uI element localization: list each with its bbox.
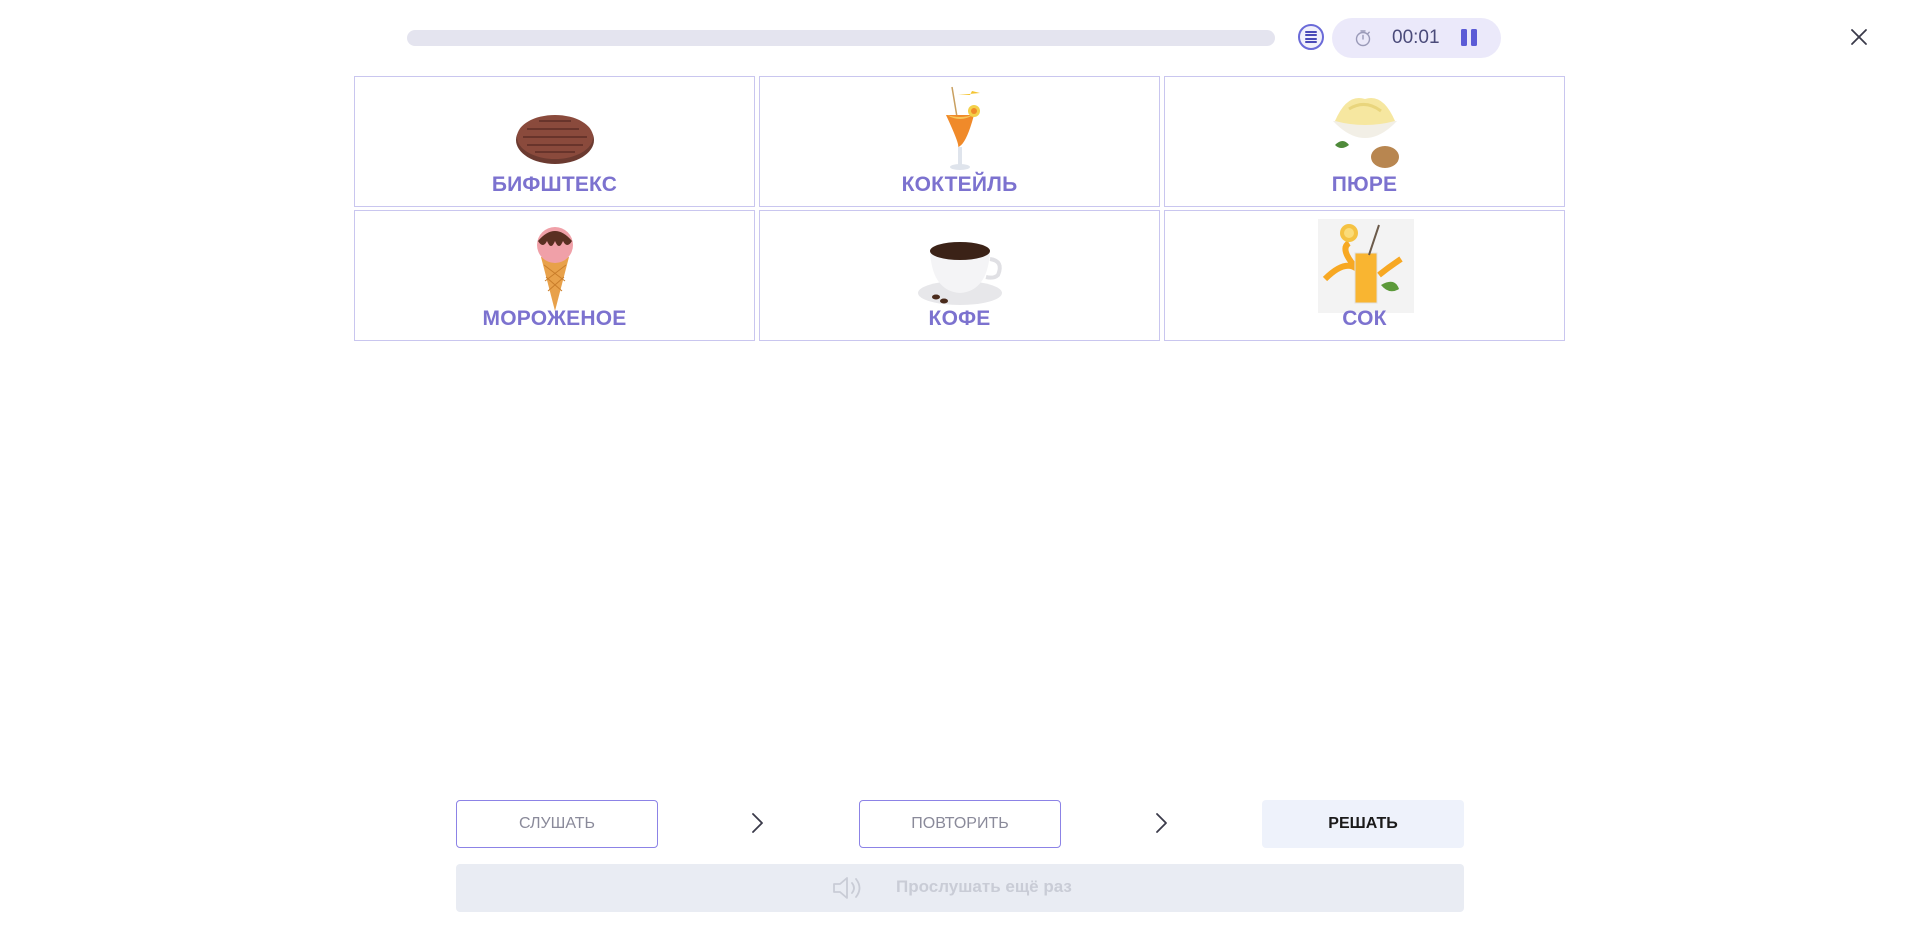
- juice-image: [1165, 219, 1564, 313]
- chevron-right-icon: [1156, 813, 1167, 833]
- card-label: ПЮРЕ: [1331, 173, 1398, 196]
- progress-bar: [407, 30, 1275, 46]
- timer: 00:01: [1332, 18, 1501, 58]
- card-label: БИФШТЕКС: [491, 173, 618, 196]
- listen-button[interactable]: СЛУШАТЬ: [456, 800, 658, 848]
- card-coffee[interactable]: КОФЕ: [759, 210, 1160, 341]
- timer-text: 00:01: [1392, 27, 1440, 48]
- mashed-potatoes-image: [1165, 85, 1564, 179]
- listen-again-button[interactable]: Прослушать ещё раз: [456, 864, 1464, 912]
- chevron-right-icon: [752, 813, 763, 833]
- repeat-button[interactable]: ПОВТОРИТЬ: [859, 800, 1061, 848]
- card-beefsteak[interactable]: БИФШТЕКС: [354, 76, 755, 207]
- coffee-image: [760, 219, 1159, 313]
- listen-again-label: Прослушать ещё раз: [896, 877, 1072, 896]
- close-icon[interactable]: [1846, 24, 1872, 50]
- pause-icon-bar: [1471, 29, 1477, 46]
- speaker-icon: [833, 877, 861, 899]
- card-label: КОФЕ: [928, 307, 991, 330]
- menu-button[interactable]: [1298, 24, 1324, 50]
- pause-icon-bar: [1461, 29, 1467, 46]
- card-label: КОКТЕЙЛЬ: [901, 173, 1018, 196]
- exercise-page: 00:01 БИФШТЕКС КОКТЕЙЛЬ ПЮРЕ МОРОЖЕНОЕ К…: [0, 0, 1920, 941]
- cocktail-image: [760, 85, 1159, 179]
- card-mashed-potatoes[interactable]: ПЮРЕ: [1164, 76, 1565, 207]
- stopwatch-icon: [1355, 30, 1371, 47]
- beefsteak-image: [355, 85, 754, 179]
- card-label: МОРОЖЕНОЕ: [482, 307, 627, 330]
- card-cocktail[interactable]: КОКТЕЙЛЬ: [759, 76, 1160, 207]
- card-juice[interactable]: СОК: [1164, 210, 1565, 341]
- card-ice-cream[interactable]: МОРОЖЕНОЕ: [354, 210, 755, 341]
- list-icon: [1305, 31, 1317, 43]
- solve-button[interactable]: РЕШАТЬ: [1262, 800, 1464, 848]
- ice-cream-image: [355, 219, 754, 313]
- pause-button[interactable]: [1457, 29, 1481, 47]
- card-label: СОК: [1342, 307, 1387, 330]
